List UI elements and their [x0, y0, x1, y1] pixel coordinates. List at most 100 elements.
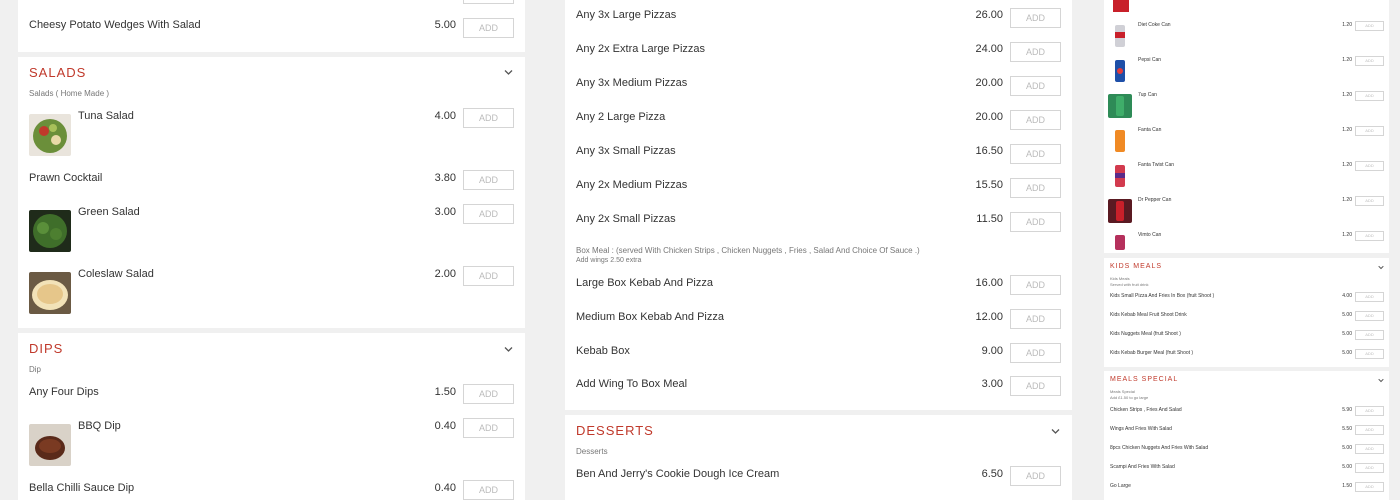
add-button[interactable]: ADD — [1355, 21, 1384, 31]
item-name: Tuna Salad — [78, 110, 134, 122]
box-meal-description: Box Meal : (served With Chicken Strips ,… — [576, 246, 920, 255]
add-button[interactable]: ADD — [1355, 196, 1384, 206]
desserts-section: DESSERTS Desserts Ben And Jerry's Cookie… — [565, 415, 1072, 500]
add-button[interactable]: ADD — [1355, 463, 1384, 473]
section-subtitle: Kids Meals — [1110, 276, 1130, 281]
item-price: 6.50 — [981, 468, 1003, 480]
item-name: Dr Pepper Can — [1138, 197, 1172, 203]
item-price: 1.50 — [434, 386, 456, 398]
add-button[interactable]: ADD — [1010, 76, 1061, 96]
item-price: 5.00 — [1342, 445, 1352, 451]
add-button[interactable]: ADD — [1010, 144, 1061, 164]
add-button[interactable]: ADD — [463, 18, 514, 38]
coleslaw-salad-image — [29, 272, 71, 314]
item-name: Any Four Dips — [29, 386, 99, 398]
item-name: Any 3x Large Pizzas — [576, 9, 677, 21]
meals-special-section: MEALS SPECIAL Meals Special Add £1.50 to… — [1104, 371, 1389, 500]
add-button[interactable]: ADD — [1355, 126, 1384, 136]
item-price: 1.20 — [1342, 232, 1352, 238]
chevron-down-icon[interactable] — [504, 346, 513, 353]
item-name: Add Wing To Box Meal — [576, 378, 688, 390]
item-price: 5.50 — [1342, 426, 1352, 432]
item-name: Any 2 Large Pizza — [576, 111, 666, 123]
middle-menu-column: Any 3x Large Pizzas 26.00 ADD Any 2x Ext… — [545, 0, 1090, 500]
add-button[interactable]: ADD — [1010, 110, 1061, 130]
chevron-down-icon[interactable] — [1378, 378, 1384, 383]
item-name: Fanta Can — [1138, 127, 1162, 133]
add-button[interactable]: ADD — [1355, 231, 1384, 241]
add-button[interactable]: ADD — [1010, 275, 1061, 295]
item-price: 15.50 — [975, 179, 1003, 191]
item-name: Green Salad — [78, 206, 140, 218]
item-price: 20.00 — [975, 77, 1003, 89]
add-button[interactable]: ADD — [1010, 376, 1061, 396]
section-title: DESSERTS — [576, 423, 654, 438]
item-name: BBQ Dip — [78, 420, 121, 432]
diet-coke-can-image — [1115, 25, 1125, 47]
add-button[interactable]: ADD — [1355, 91, 1384, 101]
add-button[interactable]: ADD — [1010, 309, 1061, 329]
add-button[interactable]: ADD — [463, 266, 514, 286]
item-price: 9.00 — [981, 345, 1003, 357]
item-price: 11.50 — [976, 213, 1003, 225]
section-subtitle: Meals Special — [1110, 389, 1135, 394]
item-price: 5.00 — [1342, 331, 1352, 337]
add-button[interactable]: ADD — [1355, 349, 1384, 359]
chevron-down-icon[interactable] — [1378, 265, 1384, 270]
add-button[interactable]: ADD — [1355, 444, 1384, 454]
add-button[interactable]: ADD — [1355, 482, 1384, 492]
add-button[interactable]: ADD — [1355, 311, 1384, 321]
item-name: Pepsi Can — [1138, 57, 1162, 63]
add-button[interactable]: ADD — [1010, 466, 1061, 486]
add-button[interactable]: ADD — [1010, 212, 1061, 232]
section-title: MEALS SPECIAL — [1110, 376, 1179, 383]
7up-can-image — [1108, 94, 1132, 118]
add-button[interactable]: ADD — [463, 108, 514, 128]
fanta-twist-can-image — [1115, 165, 1125, 187]
item-name: Large Box Kebab And Pizza — [576, 277, 713, 289]
deals-section: Any 3x Large Pizzas 26.00 ADD Any 2x Ext… — [565, 0, 1072, 410]
item-price: 1.20 — [1342, 197, 1352, 203]
add-button[interactable]: ADD — [1010, 178, 1061, 198]
add-button[interactable]: ADD — [1355, 330, 1384, 340]
add-button[interactable]: ADD — [463, 204, 514, 224]
add-button[interactable]: ADD — [1355, 161, 1384, 171]
item-name: Kebab Box — [576, 345, 630, 357]
add-button[interactable]: ADD — [463, 384, 514, 404]
item-price: 5.90 — [1342, 407, 1352, 413]
item-name: Chicken Strips , Fries And Salad — [1110, 407, 1182, 413]
add-button[interactable]: ADD — [1010, 343, 1061, 363]
item-price: 5.00 — [434, 19, 456, 31]
section-title: DIPS — [29, 341, 64, 356]
add-button[interactable]: ADD — [1355, 406, 1384, 416]
dips-section: DIPS Dip Any Four Dips 1.50 ADD BBQ Dip … — [18, 333, 525, 500]
add-button[interactable]: ADD — [1010, 42, 1061, 62]
add-button[interactable]: ADD — [463, 480, 514, 500]
drink-image — [1113, 0, 1129, 12]
chevron-down-icon[interactable] — [1051, 428, 1060, 435]
add-button[interactable]: ADD — [1355, 56, 1384, 66]
kids-meals-section: KIDS MEALS Kids Meals Served with fruit … — [1104, 258, 1389, 367]
item-name: 7up Can — [1138, 92, 1157, 98]
section-subtitle: Dip — [29, 365, 42, 374]
item-name: Scampi And Fries With Salad — [1110, 464, 1175, 470]
item-name: Any 2x Small Pizzas — [576, 213, 676, 225]
dr-pepper-can-image — [1108, 199, 1132, 223]
add-button[interactable]: ADD — [1010, 8, 1061, 28]
item-name: Medium Box Kebab And Pizza — [576, 311, 724, 323]
fanta-can-image — [1115, 130, 1125, 152]
item-name: Cheesy Potato Wedges With Salad — [29, 19, 201, 31]
add-button[interactable]: ADD — [463, 170, 514, 190]
item-name: Coleslaw Salad — [78, 268, 154, 280]
section-title: SALADS — [29, 65, 87, 80]
add-button[interactable]: ADD — [463, 418, 514, 438]
previous-category-card: Cheesy Potato Wedges With Salad 5.00 ADD — [18, 0, 525, 52]
item-price: 3.80 — [434, 172, 456, 184]
chevron-down-icon[interactable] — [504, 69, 513, 76]
add-button[interactable]: ADD — [1355, 292, 1384, 302]
add-button[interactable] — [463, 0, 514, 4]
add-button[interactable]: ADD — [1355, 425, 1384, 435]
salads-section: SALADS Salads ( Home Made ) Tuna Salad 4… — [18, 57, 525, 328]
item-name: Bella Chilli Sauce Dip — [29, 482, 135, 494]
item-name: Any 3x Small Pizzas — [576, 145, 676, 157]
